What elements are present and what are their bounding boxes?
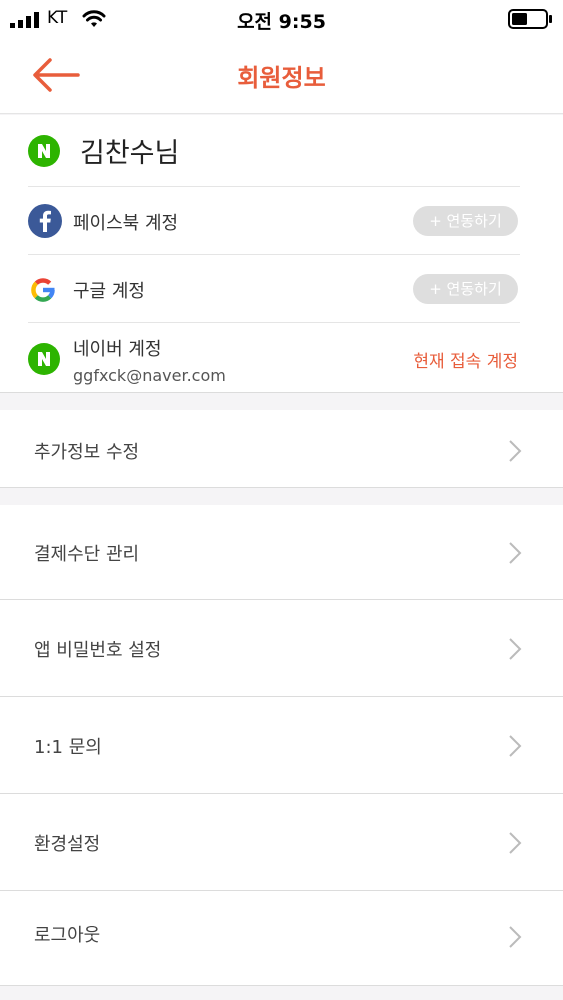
status-time: 오전 9:55: [237, 11, 326, 33]
naver-icon: [28, 343, 60, 375]
profile-name-row: 김찬수님: [28, 115, 520, 187]
page-title: 회원정보: [237, 64, 326, 92]
google-account-row: 구글 계정 + 연동하기: [28, 255, 520, 323]
menu-item-app-password[interactable]: 앱 비밀번호 설정: [0, 600, 563, 697]
chevron-right-icon: [509, 542, 522, 564]
facebook-icon: [28, 204, 62, 238]
user-name: 김찬수님: [80, 138, 180, 169]
chevron-right-icon: [509, 926, 522, 948]
profile-card: 김찬수님 페이스북 계정 + 연동하기 구글 계정 + 연동하기 네이버 계정 …: [0, 115, 563, 393]
menu-item-payment[interactable]: 결제수단 관리: [0, 505, 563, 600]
status-bar: KT 오전 9:55: [0, 0, 563, 38]
menu-item-inquiry[interactable]: 1:1 문의: [0, 697, 563, 794]
battery-icon: [508, 9, 552, 29]
chevron-right-icon: [509, 440, 522, 462]
google-link-button[interactable]: + 연동하기: [413, 274, 518, 304]
chevron-right-icon: [509, 638, 522, 660]
menu-item-extra-info[interactable]: 추가정보 수정: [0, 410, 563, 488]
naver-icon: [28, 135, 60, 167]
menu-label: 로그아웃: [34, 925, 101, 946]
menu-item-settings[interactable]: 환경설정: [0, 794, 563, 891]
menu-label: 추가정보 수정: [34, 442, 140, 463]
facebook-account-label: 페이스북 계정: [73, 213, 179, 234]
facebook-account-row: 페이스북 계정 + 연동하기: [28, 187, 520, 255]
chevron-right-icon: [509, 735, 522, 757]
menu-label: 환경설정: [34, 834, 101, 855]
naver-account-label: 네이버 계정: [73, 339, 162, 360]
chevron-right-icon: [509, 832, 522, 854]
nav-bar: 회원정보: [0, 38, 563, 114]
menu-label: 1:1 문의: [34, 737, 102, 758]
google-icon: [31, 278, 55, 302]
google-account-label: 구글 계정: [73, 281, 145, 302]
menu-label: 앱 비밀번호 설정: [34, 640, 162, 661]
facebook-link-button[interactable]: + 연동하기: [413, 206, 518, 236]
menu-item-logout[interactable]: 로그아웃: [0, 891, 563, 986]
naver-account-email: ggfxck@naver.com: [73, 366, 226, 385]
current-account-badge: 현재 접속 계정: [413, 352, 518, 372]
naver-account-row: 네이버 계정 ggfxck@naver.com 현재 접속 계정: [28, 323, 520, 393]
menu-label: 결제수단 관리: [34, 544, 140, 565]
